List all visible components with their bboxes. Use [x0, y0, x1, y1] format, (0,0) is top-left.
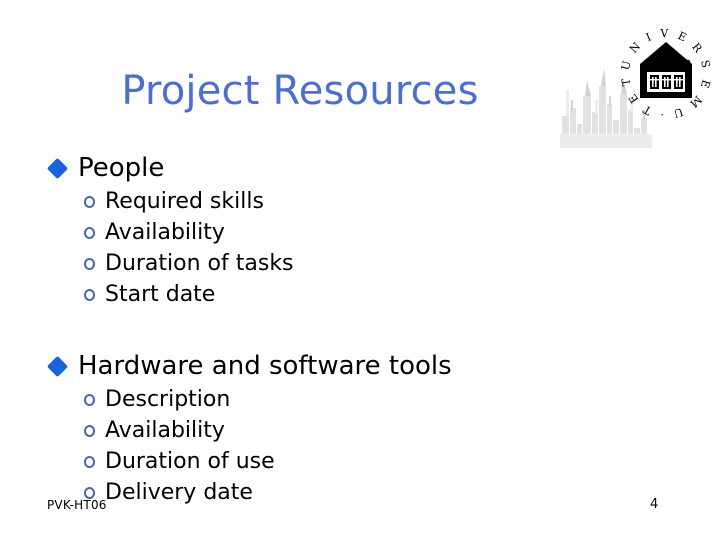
slide-canvas: Project Resources U N I V E R S E M U · …: [0, 0, 720, 540]
circle-bullet-icon: [84, 195, 95, 208]
bullet-level1-label: People: [78, 153, 165, 183]
circle-bullet-icon: [84, 257, 95, 270]
list-item: Description: [0, 384, 720, 415]
bullet-group-people: People Required skills Availability Dura…: [0, 150, 720, 310]
slide-body: People Required skills Availability Dura…: [0, 150, 720, 508]
umea-university-logo: U N I V E R S Å E M U · T E T I: [556, 22, 716, 150]
page-title: Project Resources: [121, 68, 479, 114]
list-item: Duration of tasks: [0, 248, 720, 279]
list-item-label: Required skills: [105, 188, 264, 214]
circle-bullet-icon: [84, 455, 95, 468]
list-item-label: Availability: [105, 417, 225, 443]
diamond-bullet-icon: [46, 355, 69, 378]
list-item: Availability: [0, 217, 720, 248]
list-item: Availability: [0, 415, 720, 446]
list-item-label: Delivery date: [105, 479, 253, 505]
list-item: Delivery date: [0, 477, 720, 508]
footer-page-number: 4: [650, 497, 659, 512]
bullet-level1-label: Hardware and software tools: [78, 351, 452, 381]
list-item-label: Description: [105, 386, 231, 412]
footer-course-label: PVK-HT06: [47, 498, 107, 512]
bullet-group-hardware-software: Hardware and software tools Description …: [0, 348, 720, 508]
circle-bullet-icon: [84, 288, 95, 301]
list-item-label: Start date: [105, 281, 216, 307]
list-item-label: Availability: [105, 219, 225, 245]
bullet-level1-people: People: [0, 150, 720, 186]
list-item-label: Duration of use: [105, 448, 275, 474]
list-item: Required skills: [0, 186, 720, 217]
diamond-bullet-icon: [46, 157, 69, 180]
circle-bullet-icon: [84, 226, 95, 239]
circle-bullet-icon: [84, 424, 95, 437]
list-item: Start date: [0, 279, 720, 310]
list-item-label: Duration of tasks: [105, 250, 294, 276]
sublist-hardware-software: Description Availability Duration of use…: [0, 384, 720, 508]
list-item: Duration of use: [0, 446, 720, 477]
sublist-people: Required skills Availability Duration of…: [0, 186, 720, 310]
circle-bullet-icon: [84, 393, 95, 406]
bullet-level1-hardware-software: Hardware and software tools: [0, 348, 720, 384]
university-seal-icon: U N I V E R S Å E M U · T E T I: [614, 22, 710, 121]
